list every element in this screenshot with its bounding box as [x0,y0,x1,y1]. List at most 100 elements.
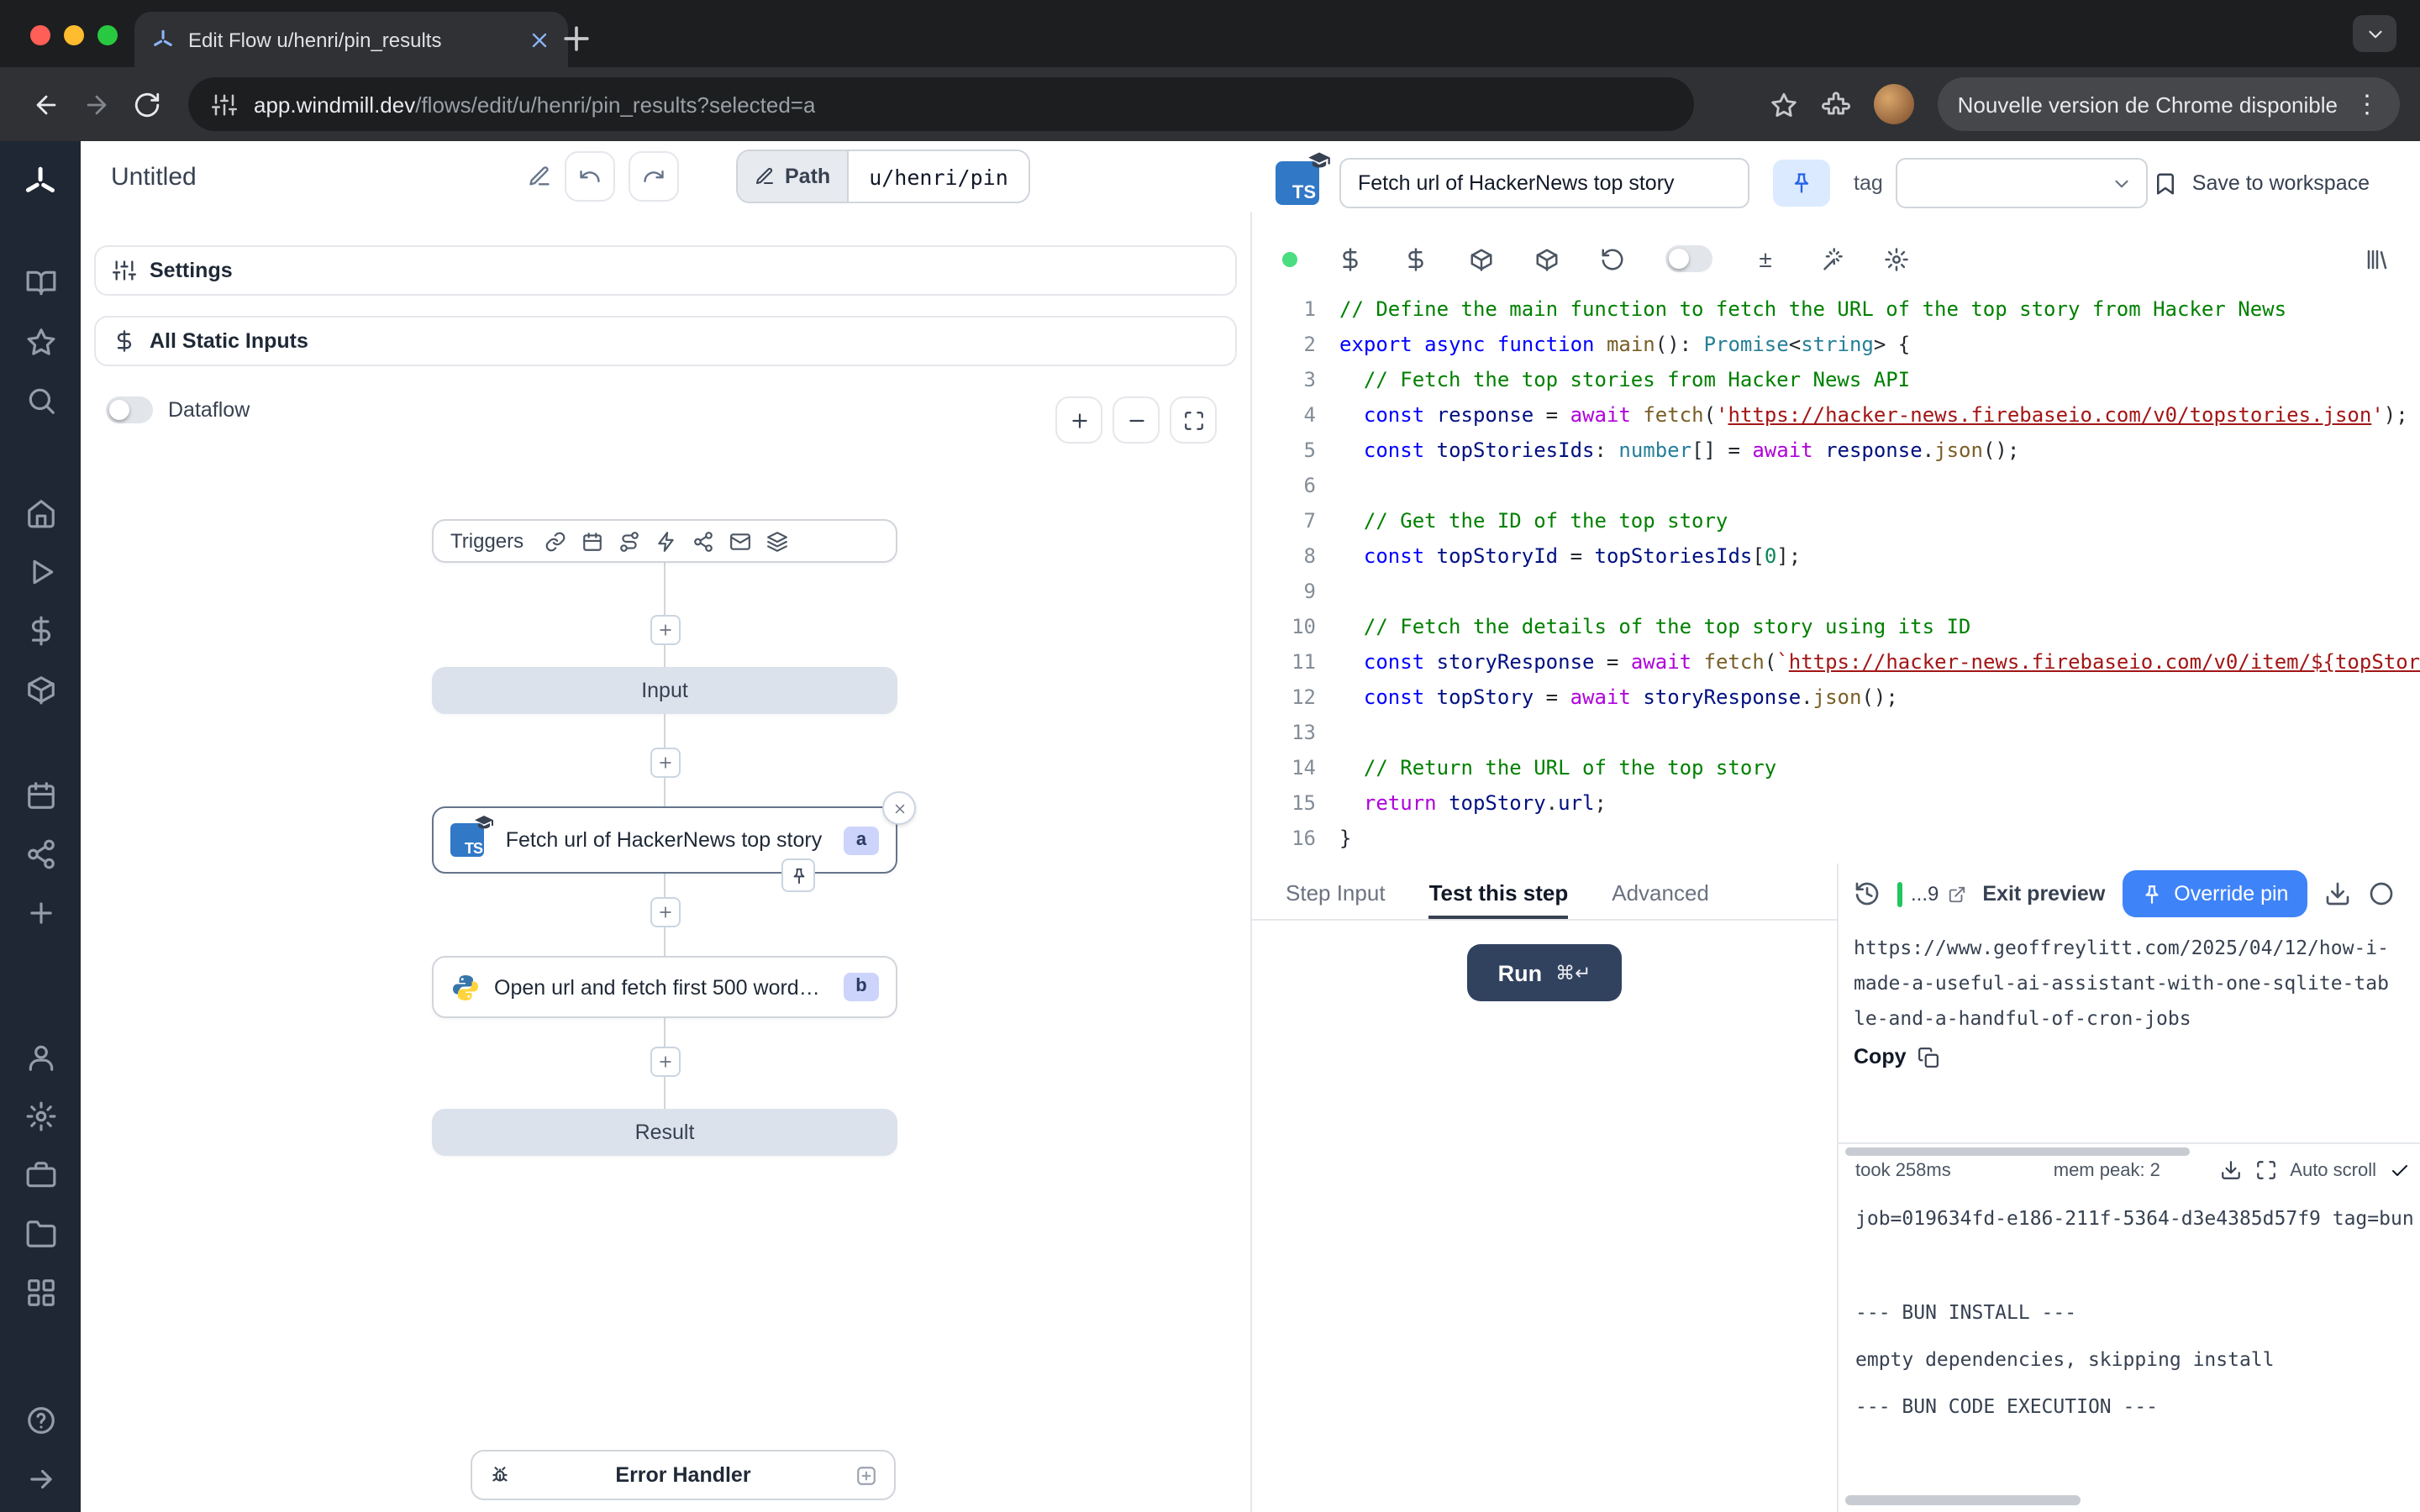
path-label[interactable]: Path [738,151,847,202]
add-step-button[interactable] [650,748,681,778]
email-icon[interactable] [729,530,750,552]
variables-picker-icon[interactable] [1338,246,1363,271]
forward-button[interactable] [71,79,121,129]
kafka-icon[interactable] [692,530,713,552]
tab-advanced[interactable]: Advanced [1612,870,1709,919]
zoom-in-button[interactable] [1055,396,1102,444]
step-node-b[interactable]: Open url and fetch first 500 words of ..… [432,956,897,1018]
browser-tab[interactable]: Edit Flow u/henri/pin_results [134,12,568,67]
edit-name-icon[interactable] [528,165,551,188]
close-window-button[interactable] [30,25,50,45]
groups-icon[interactable] [24,1277,56,1309]
fit-view-button[interactable] [1170,396,1217,444]
search-icon[interactable] [24,385,56,417]
editor-settings-icon[interactable] [1884,246,1909,271]
back-button[interactable] [20,79,71,129]
settings-icon[interactable] [24,1100,56,1132]
download-logs-icon[interactable] [2219,1159,2241,1181]
run-button[interactable]: Run ⌘↵ [1467,944,1622,1001]
address-bar[interactable]: app.windmill.dev/flows/edit/u/henri/pin_… [188,77,1694,131]
input-node[interactable]: Input [432,667,897,714]
minimize-window-button[interactable] [64,25,84,45]
triggers-icon[interactable] [24,838,56,870]
undo-button[interactable] [565,151,615,202]
extensions-icon[interactable] [1822,90,1850,118]
sqs-icon[interactable] [765,530,787,552]
result-url[interactable]: https://www.geoffreylitt.com/2025/04/12/… [1854,931,2395,1037]
tab-test-this-step[interactable]: Test this step [1429,870,1569,919]
webhook-icon[interactable] [544,530,566,552]
delete-step-button[interactable] [882,791,916,825]
tag-select[interactable] [1897,158,2149,208]
copy-result-button[interactable]: Copy [1854,1045,1940,1068]
resources-icon[interactable] [24,674,56,706]
window-controls[interactable] [30,25,118,45]
add-step-button[interactable] [650,1047,681,1077]
library-panel-icon[interactable] [2365,246,2390,271]
url-text[interactable]: app.windmill.dev/flows/edit/u/henri/pin_… [254,92,815,117]
static-inputs-row[interactable]: All Static Inputs [94,316,1237,366]
bookmark-star-icon[interactable] [1770,90,1798,118]
workers-icon[interactable] [24,1159,56,1191]
flow-name[interactable]: Untitled [111,162,197,191]
resources-picker-icon[interactable] [1403,246,1428,271]
tab-close-icon[interactable] [528,28,551,51]
step-node-a[interactable]: TS Fetch url of HackerNews top story a [432,806,897,874]
user-icon[interactable] [24,1042,56,1074]
add-error-handler-icon[interactable] [855,1464,877,1486]
schedules-icon[interactable] [24,780,56,811]
result-node[interactable]: Result [432,1109,897,1156]
help-icon[interactable] [24,1404,56,1436]
external-link-icon[interactable] [1947,885,1965,903]
reload-button[interactable] [121,79,171,129]
step-title-input[interactable] [1339,158,1749,208]
add-step-button[interactable] [650,897,681,927]
schedule-icon[interactable] [581,530,602,552]
websocket-icon[interactable] [655,530,676,552]
path-editor[interactable]: Path u/henri/pin [736,150,1030,203]
tab-search-button[interactable] [2353,15,2396,52]
job-id-badge[interactable]: ...9 [1897,881,1965,906]
pin-version-button[interactable] [1773,160,1830,207]
exit-preview-button[interactable]: Exit preview [1982,882,2105,906]
ai-assistant-icon[interactable] [1818,246,1844,271]
script-library-icon[interactable] [1469,246,1494,271]
redo-button[interactable] [629,151,679,202]
settings-row[interactable]: Settings [94,245,1237,296]
profile-avatar[interactable] [1874,84,1914,124]
browser-menu-icon[interactable]: ⋮ [2354,89,2380,119]
add-icon[interactable] [24,897,56,929]
expand-logs-icon[interactable] [2254,1159,2276,1181]
dataflow-toggle[interactable] [106,396,153,423]
history-icon[interactable] [1854,880,1881,907]
favorites-icon[interactable] [24,326,56,358]
diff-icon[interactable]: ± [1753,246,1778,271]
flow-title-box[interactable]: Untitled [111,162,551,191]
reset-icon[interactable] [1600,246,1625,271]
runs-icon[interactable] [24,556,56,588]
code-editor[interactable]: 1// Define the main function to fetch th… [1252,292,2420,864]
zoom-window-button[interactable] [97,25,118,45]
zoom-out-button[interactable] [1113,396,1160,444]
folders-icon[interactable] [24,1218,56,1250]
new-tab-button[interactable] [558,20,595,57]
home-icon[interactable] [24,497,56,529]
editor-toggle[interactable] [1665,245,1712,272]
horizontal-scrollbar[interactable] [1845,1147,2190,1156]
collapse-sidebar-icon[interactable] [24,1463,56,1495]
path-value[interactable]: u/henri/pin [847,151,1028,202]
tab-step-input[interactable]: Step Input [1286,870,1386,919]
dependencies-icon[interactable] [1534,246,1560,271]
auto-scroll-checkbox[interactable] [2390,1160,2410,1180]
save-to-workspace-button[interactable]: Save to workspace [2154,171,2370,196]
job-detail-icon[interactable] [2367,880,2394,907]
horizontal-scrollbar[interactable] [1845,1495,2081,1505]
http-route-icon[interactable] [618,530,639,552]
error-handler-node[interactable]: Error Handler [471,1450,896,1500]
site-settings-icon[interactable] [212,92,237,117]
download-result-icon[interactable] [2323,880,2350,907]
variables-icon[interactable] [24,615,56,647]
triggers-node[interactable]: Triggers [432,519,897,563]
chrome-update-notice[interactable]: Nouvelle version de Chrome disponible ⋮ [1938,77,2400,131]
apps-icon[interactable] [24,267,56,299]
